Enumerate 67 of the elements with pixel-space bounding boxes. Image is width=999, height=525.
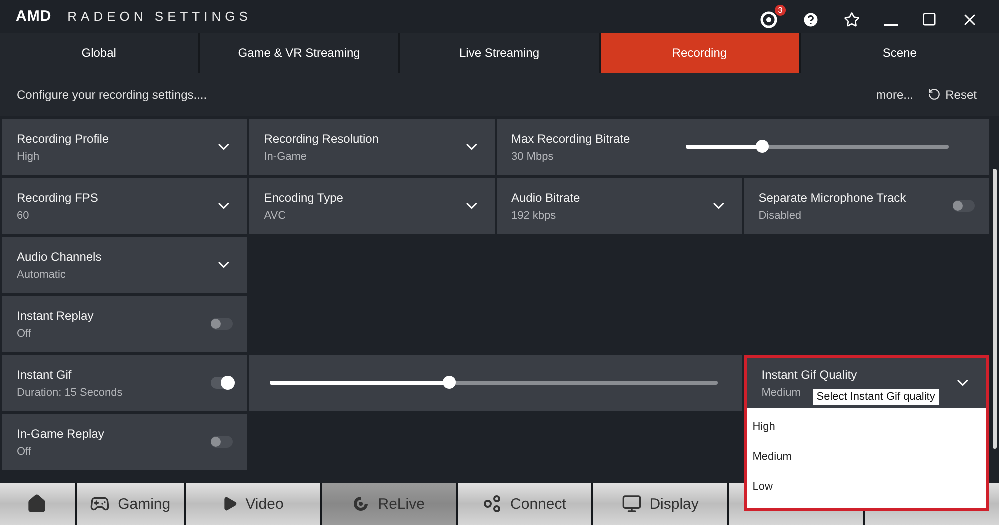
setting-label: Audio Bitrate — [512, 190, 580, 204]
play-icon — [222, 496, 238, 512]
more-link[interactable]: more... — [876, 88, 914, 102]
dropdown-field[interactable]: Encoding Type AVC — [249, 178, 494, 234]
nav-button[interactable]: Gaming — [76, 483, 184, 525]
tab[interactable]: Global — [0, 33, 198, 73]
toggle-switch[interactable] — [953, 200, 975, 212]
tab[interactable]: Recording — [600, 33, 799, 73]
dropdown-field[interactable]: Recording Resolution In-Game — [249, 119, 494, 175]
replay-icon — [760, 10, 778, 28]
window-title: RADEON SETTINGS — [68, 9, 253, 24]
nav-button[interactable] — [0, 483, 75, 525]
slider-thumb[interactable] — [756, 140, 769, 153]
toggle-switch[interactable] — [211, 318, 234, 330]
nav-button[interactable]: Video — [186, 483, 320, 525]
setting-label: Instant Gif — [17, 368, 72, 382]
setting-label: Recording Resolution — [264, 132, 379, 146]
reset-button[interactable]: Reset — [928, 88, 977, 102]
dropdown-field[interactable]: Audio Bitrate 192 kbps — [496, 178, 742, 234]
tooltip: Select Instant Gif quality — [812, 389, 940, 405]
notification-badge: 3 — [775, 4, 786, 16]
relive-icon — [352, 495, 370, 513]
setting-label: Recording FPS — [17, 190, 98, 204]
setting-value: AVC — [264, 210, 286, 222]
scrollbar-thumb[interactable] — [993, 169, 997, 449]
setting-value: Disabled — [758, 210, 802, 222]
setting-value: Off — [17, 446, 32, 458]
dropdown-field[interactable]: Audio Channels Automatic — [2, 237, 248, 293]
reset-icon — [928, 88, 941, 101]
nodes-icon — [482, 495, 503, 513]
setting-value: 30 Mbps — [512, 150, 554, 162]
tab[interactable]: Scene — [800, 33, 999, 73]
setting-label: In-Game Replay — [17, 426, 104, 440]
setting-value: 60 — [17, 210, 30, 222]
maximize-icon — [922, 12, 937, 27]
toggle-switch[interactable] — [211, 436, 234, 448]
setting-label: Separate Microphone Track — [758, 190, 906, 204]
setting-value: Off — [17, 328, 32, 340]
setting-value: 192 kbps — [512, 210, 556, 222]
dropdown-field[interactable]: Recording FPS 60 — [2, 178, 248, 234]
nav-button[interactable]: Connect — [458, 483, 592, 525]
setting-label: Recording Profile — [17, 132, 110, 146]
setting-value: High — [17, 150, 40, 162]
setting-label: Instant Gif Quality — [762, 368, 858, 382]
tab[interactable]: Live Streaming — [400, 33, 599, 73]
minimize-icon — [884, 24, 898, 26]
setting-value: Duration: 15 Seconds — [17, 386, 123, 398]
toggle-switch[interactable] — [211, 377, 234, 389]
setting-value: In-Game — [264, 150, 308, 162]
brand-logo: AMD — [16, 8, 52, 25]
nav-button[interactable]: ReLive — [322, 483, 456, 525]
setting-label: Encoding Type — [264, 190, 344, 204]
setting-label: Max Recording Bitrate — [512, 132, 630, 146]
setting-value: Medium — [762, 386, 801, 398]
help-icon — [802, 10, 820, 28]
setting-label: Instant Replay — [17, 308, 94, 322]
page-description: Configure your recording settings.... — [17, 88, 208, 102]
monitor-icon — [622, 494, 642, 514]
dropdown-field[interactable]: Recording Profile High — [2, 119, 248, 175]
home-icon — [27, 494, 48, 514]
tab[interactable]: Game & VR Streaming — [200, 33, 398, 73]
setting-label: Audio Channels — [17, 250, 102, 264]
setting-value: Automatic — [17, 268, 66, 280]
star-icon — [844, 12, 860, 28]
replay-button[interactable]: 3 — [760, 4, 786, 28]
slider-thumb[interactable] — [443, 376, 456, 389]
nav-button[interactable]: Display — [593, 483, 728, 525]
